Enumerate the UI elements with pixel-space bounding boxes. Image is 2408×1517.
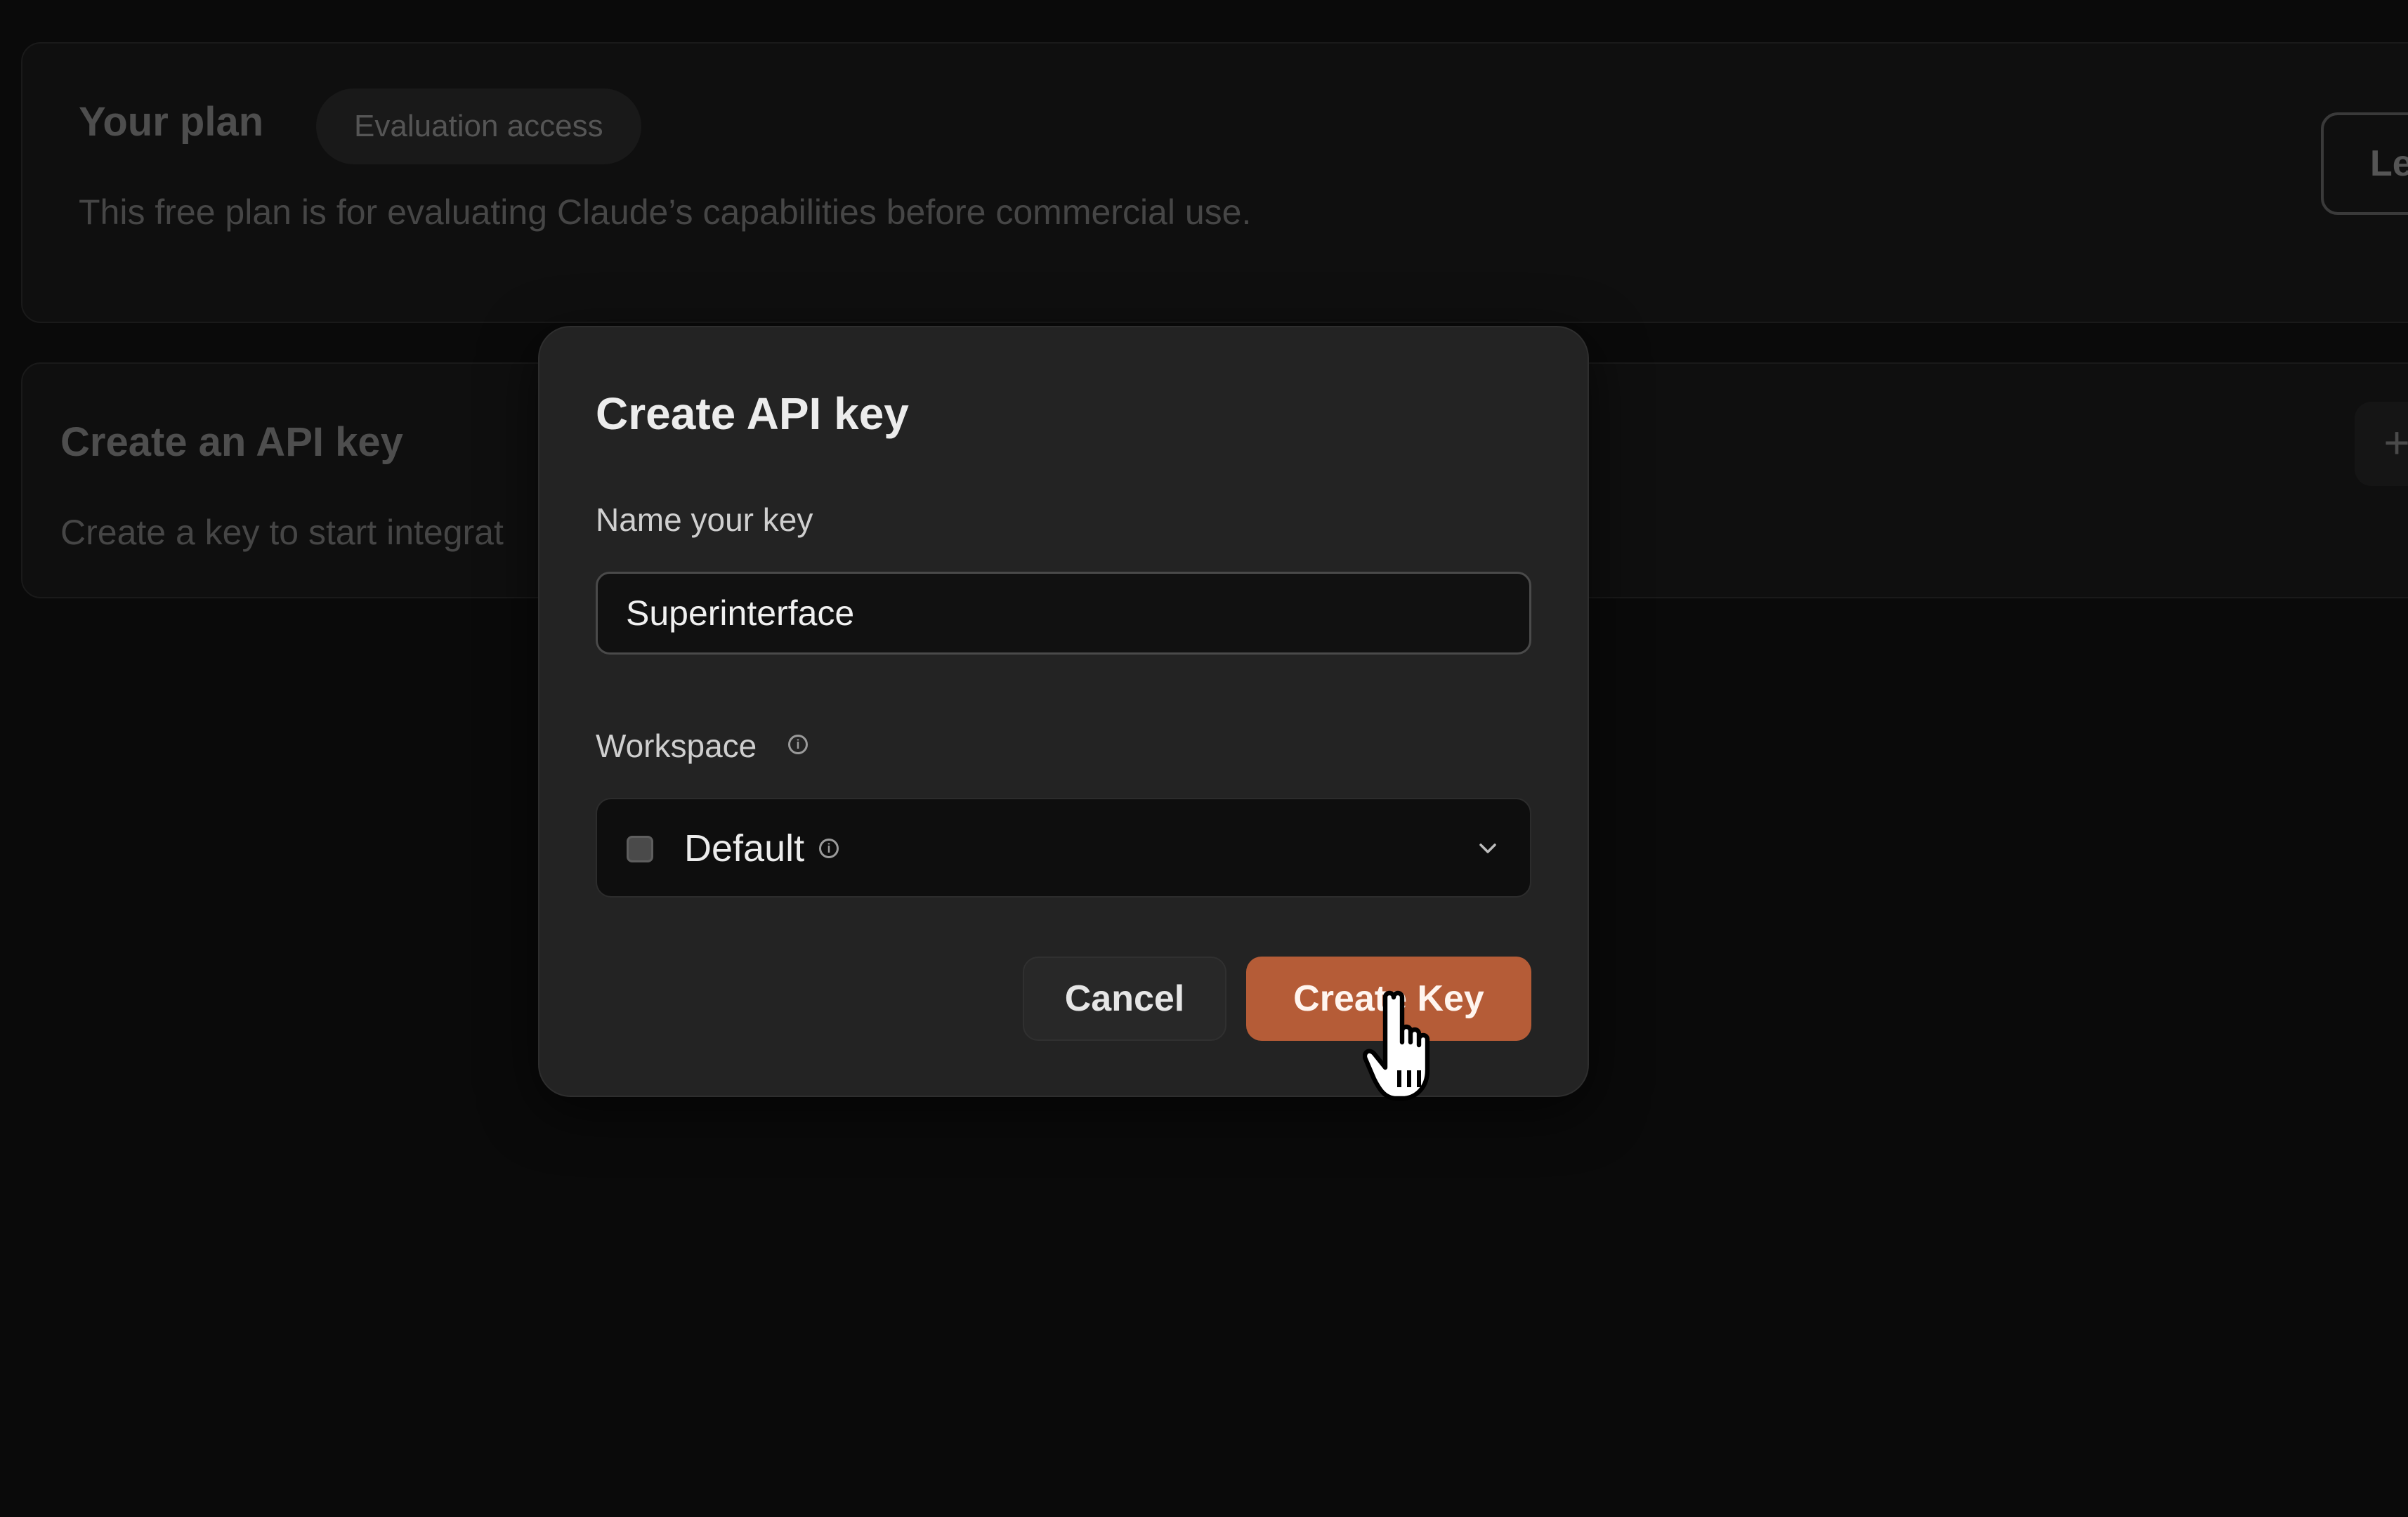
key-name-input[interactable] [596, 572, 1531, 655]
page: Your plan Evaluation access This free pl… [0, 0, 2408, 1517]
api-key-card-title: Create an API key [60, 419, 403, 465]
key-name-label: Name your key [596, 501, 813, 538]
workspace-label: Workspace [596, 728, 757, 764]
api-key-card-description: Create a key to start integrat [60, 513, 504, 552]
workspace-select[interactable]: Default i [596, 798, 1531, 898]
learn-more-button[interactable]: Le [2321, 112, 2408, 215]
plan-card [21, 42, 2408, 323]
chevron-down-icon [1479, 843, 1496, 853]
info-icon: i [819, 839, 839, 858]
info-icon[interactable]: i [788, 735, 808, 754]
add-key-button[interactable]: + [2355, 402, 2408, 486]
workspace-selected-value: Default [684, 827, 805, 869]
cancel-button[interactable]: Cancel [1023, 957, 1226, 1041]
plan-badge: Evaluation access [316, 88, 641, 164]
workspace-color-swatch [627, 836, 653, 862]
plan-title: Your plan [79, 99, 264, 145]
hand-pointer-icon [1363, 990, 1430, 1101]
plan-description: This free plan is for evaluating Claude’… [79, 192, 1252, 232]
dialog-title: Create API key [596, 388, 909, 439]
